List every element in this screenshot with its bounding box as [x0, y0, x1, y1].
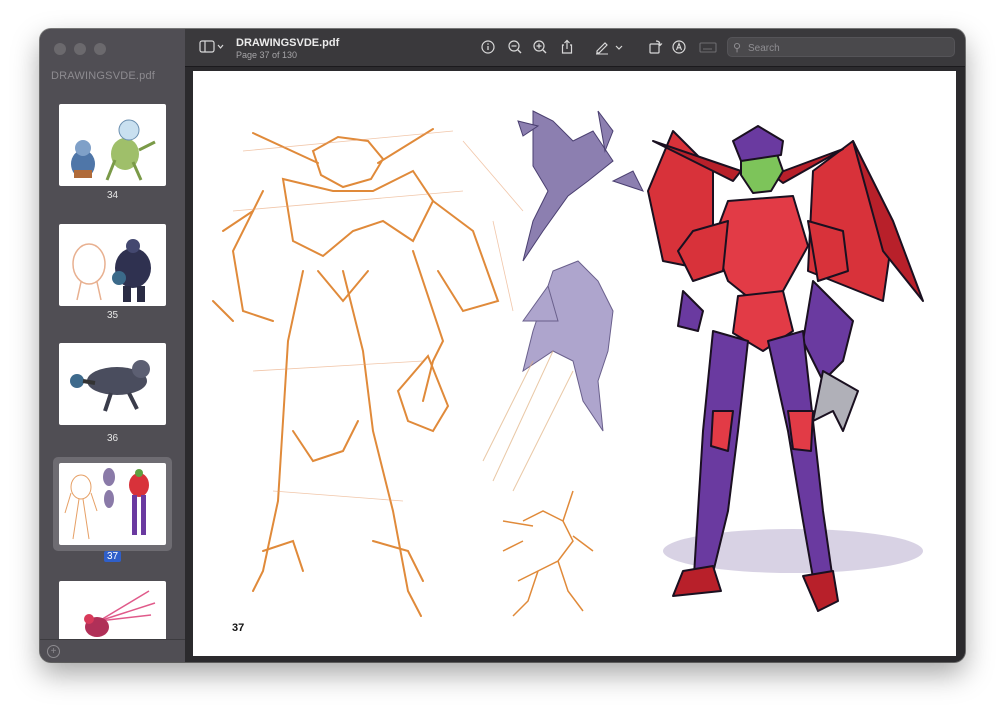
markup-pen-icon[interactable] — [594, 39, 610, 55]
document-title: DRAWINGSVDE.pdf — [236, 37, 340, 49]
chevron-down-icon[interactable] — [613, 39, 625, 55]
thumbnail-art-38 — [84, 590, 156, 637]
close-button[interactable] — [54, 43, 66, 55]
thumbnail-label: 35 — [106, 310, 119, 321]
sidebar-footer: + — [40, 639, 185, 662]
traffic-lights — [54, 43, 106, 55]
thumbnail-label: 36 — [106, 433, 119, 444]
purple-sketch-1 — [517, 110, 644, 262]
page-artwork: 37 — [212, 110, 924, 634]
document-viewer[interactable]: 37 — [185, 67, 965, 662]
page-indicator: Page 37 of 130 — [236, 50, 298, 60]
search-field[interactable]: ⚲ — [727, 37, 955, 57]
thumbnail-sidebar: DRAWINGSVDE.pdf 34 35 36 37 + — [40, 29, 186, 662]
selected-page-number: 37 — [103, 551, 122, 562]
orange-sketch-figure — [212, 128, 500, 617]
pdf-page: 37 — [193, 71, 956, 656]
thumbnail-art-35 — [72, 239, 151, 302]
zoom-in-icon[interactable] — [532, 39, 548, 55]
rotate-icon[interactable] — [647, 39, 663, 55]
preview-window: DRAWINGSVDE.pdf 34 35 36 37 + DRAWINGSVD… — [40, 29, 965, 662]
search-icon: ⚲ — [733, 42, 742, 54]
zoom-button[interactable] — [94, 43, 106, 55]
info-icon[interactable] — [480, 39, 496, 55]
thumbnail-page-36[interactable] — [59, 343, 166, 425]
thumbnail-label: 34 — [106, 190, 119, 201]
minimize-button[interactable] — [74, 43, 86, 55]
thumbnail-page-37[interactable] — [59, 463, 166, 545]
sidebar-title: DRAWINGSVDE.pdf — [51, 70, 156, 82]
purple-sketch-2 — [522, 260, 614, 432]
form-fill-icon — [698, 39, 718, 55]
thumbnail-art-34 — [71, 119, 156, 181]
thumbnail-art-36 — [70, 360, 150, 412]
annotate-icon[interactable] — [671, 39, 687, 55]
page-number-label: 37 — [232, 622, 244, 634]
orange-sketch-small — [502, 490, 594, 617]
thumbnail-page-35[interactable] — [59, 224, 166, 306]
thumbnail-art-37 — [64, 468, 149, 540]
zoom-out-icon[interactable] — [507, 39, 523, 55]
thumbnail-page-38[interactable] — [59, 581, 166, 640]
thumbnail-list[interactable]: 34 35 36 37 — [40, 87, 185, 640]
thumbnail-label-selected: 37 — [40, 551, 185, 562]
share-icon[interactable] — [559, 39, 575, 55]
thumbnail-page-34[interactable] — [59, 104, 166, 186]
sidebar-toggle-icon[interactable] — [199, 39, 225, 55]
add-page-icon[interactable]: + — [47, 645, 60, 658]
toolbar: DRAWINGSVDE.pdf Page 37 of 130 ⚲ Search — [185, 29, 965, 67]
search-input[interactable] — [746, 40, 950, 56]
